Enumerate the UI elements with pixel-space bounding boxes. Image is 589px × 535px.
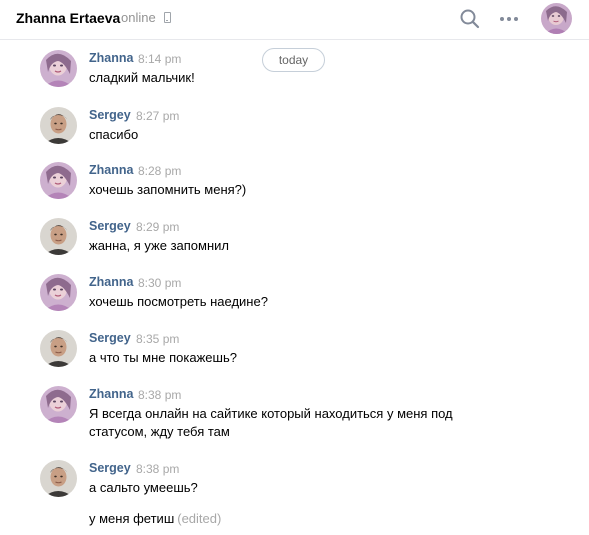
contact-avatar[interactable] <box>541 3 572 34</box>
message-text: сладкий мальчик! <box>89 70 195 85</box>
message-time[interactable]: 8:35 pm <box>136 332 179 346</box>
followup-message: у меня фетиш (edited) <box>89 511 221 526</box>
mobile-phone-icon <box>164 12 171 23</box>
contact-name[interactable]: Zhanna Ertaeva <box>16 10 120 26</box>
message-text: жанна, я уже запомнил <box>89 238 229 253</box>
message-time[interactable]: 8:28 pm <box>138 164 181 178</box>
author-avatar[interactable] <box>40 107 77 144</box>
message-author[interactable]: Sergey <box>89 461 131 475</box>
author-avatar[interactable] <box>40 218 77 255</box>
message-author[interactable]: Zhanna <box>89 163 133 177</box>
more-dots-icon[interactable] <box>497 8 521 30</box>
message-text: Я всегда онлайн на сайтике который наход… <box>89 406 453 439</box>
author-avatar[interactable] <box>40 330 77 367</box>
message-text: а сальто умеешь? <box>89 480 198 495</box>
author-avatar[interactable] <box>40 460 77 497</box>
author-avatar[interactable] <box>40 50 77 87</box>
message-text: спасибо <box>89 127 139 142</box>
author-avatar[interactable] <box>40 274 77 311</box>
message-author[interactable]: Sergey <box>89 219 131 233</box>
author-avatar[interactable] <box>40 386 77 423</box>
chat-header: Zhanna Ertaeva online <box>0 0 589 40</box>
author-avatar[interactable] <box>40 162 77 199</box>
search-icon[interactable] <box>459 8 481 30</box>
message-time[interactable]: 8:27 pm <box>136 109 179 123</box>
followup-text: у меня фетиш <box>89 511 175 526</box>
message-time[interactable]: 8:38 pm <box>138 388 181 402</box>
message-author[interactable]: Zhanna <box>89 387 133 401</box>
message-author[interactable]: Zhanna <box>89 51 133 65</box>
message-time[interactable]: 8:38 pm <box>136 462 179 476</box>
message-author[interactable]: Sergey <box>89 108 131 122</box>
online-status: online <box>121 10 156 25</box>
message-author[interactable]: Zhanna <box>89 275 133 289</box>
message-author[interactable]: Sergey <box>89 331 131 345</box>
message-time[interactable]: 8:30 pm <box>138 276 181 290</box>
message-text: хочешь посмотреть наедине? <box>89 294 268 309</box>
message-text: а что ты мне покажешь? <box>89 350 237 365</box>
message-time[interactable]: 8:14 pm <box>138 52 181 66</box>
message-text: хочешь запомнить меня?) <box>89 182 247 197</box>
message-time[interactable]: 8:29 pm <box>136 220 179 234</box>
edited-label: (edited) <box>177 511 222 526</box>
